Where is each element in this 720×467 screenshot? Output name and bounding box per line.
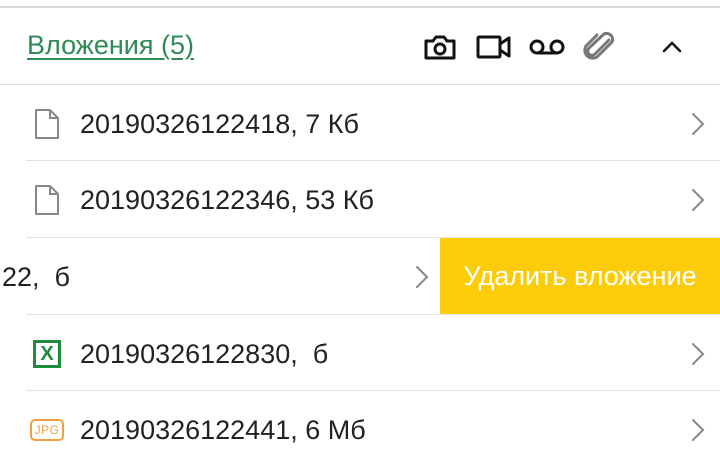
attachment-item[interactable]: JPG 20190326122441, 6 Мб bbox=[0, 391, 720, 467]
excel-icon: X bbox=[30, 337, 64, 371]
attachment-item[interactable]: 20190326122418, 7 Кб bbox=[0, 85, 720, 161]
paperclip-icon[interactable] bbox=[580, 31, 620, 62]
chevron-right-icon bbox=[692, 189, 705, 211]
attachments-title-link[interactable]: Вложения (5) bbox=[27, 30, 194, 61]
camera-icon[interactable] bbox=[420, 32, 460, 62]
chevron-right-icon bbox=[692, 343, 705, 365]
attachment-item-swiped[interactable]: 22, б Удалить вложение bbox=[0, 238, 720, 314]
chevron-right-icon bbox=[692, 419, 705, 441]
attachment-name: 20190326122346, 53 Кб bbox=[80, 185, 374, 215]
attachment-name: 22, б bbox=[2, 262, 71, 292]
attachment-item[interactable]: 20190326122346, 53 Кб bbox=[0, 161, 720, 237]
chevron-up-icon[interactable] bbox=[652, 32, 692, 62]
file-icon bbox=[30, 107, 64, 141]
voicemail-icon[interactable] bbox=[527, 32, 567, 62]
attachment-name: 20190326122418, 7 Кб bbox=[80, 109, 359, 139]
file-icon bbox=[30, 183, 64, 217]
attachment-name: 20190326122830, б bbox=[80, 339, 329, 369]
jpg-icon: JPG bbox=[30, 413, 64, 447]
attachment-name: 20190326122441, 6 Мб bbox=[80, 415, 366, 445]
video-icon[interactable] bbox=[474, 32, 514, 62]
chevron-right-icon bbox=[416, 266, 429, 288]
attachments-header: Вложения (5) bbox=[0, 8, 720, 84]
delete-attachment-button[interactable]: Удалить вложение bbox=[440, 238, 720, 314]
chevron-right-icon bbox=[692, 113, 705, 135]
attachment-item[interactable]: X 20190326122830, б bbox=[0, 315, 720, 391]
